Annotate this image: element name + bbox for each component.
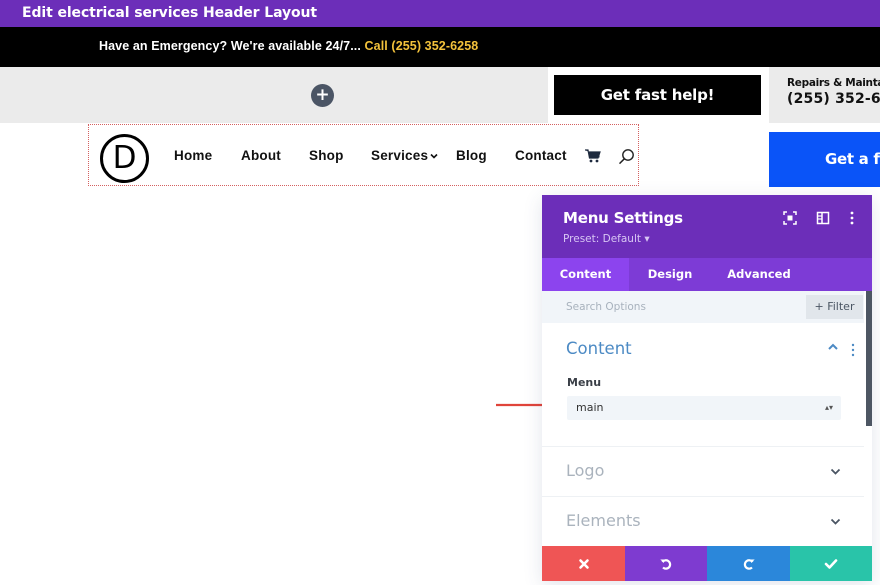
tab-design[interactable]: Design bbox=[629, 258, 711, 291]
settings-tabs: Content Design Advanced bbox=[542, 258, 872, 291]
section-divider bbox=[542, 446, 864, 447]
emergency-text-wrap: Have an Emergency? We're available 24/7.… bbox=[99, 27, 478, 65]
section-elements-title[interactable]: Elements bbox=[566, 511, 641, 530]
repairs-contact-box: Repairs & Maintain (255) 352-625 bbox=[769, 67, 880, 123]
section-divider bbox=[542, 496, 864, 497]
bottom-action-bar bbox=[542, 546, 872, 581]
nav-item-shop[interactable]: Shop bbox=[309, 125, 344, 187]
tab-advanced[interactable]: Advanced bbox=[711, 258, 807, 291]
section-content-title[interactable]: Content bbox=[566, 339, 632, 358]
section-more-icon[interactable] bbox=[850, 343, 856, 357]
search-options-input[interactable] bbox=[542, 291, 804, 323]
cart-icon[interactable] bbox=[585, 149, 601, 163]
check-icon bbox=[824, 558, 838, 569]
nav-item-home[interactable]: Home bbox=[174, 125, 212, 187]
add-module-button[interactable]: + bbox=[311, 84, 334, 107]
builder-title: Edit electrical services Header Layout bbox=[22, 5, 318, 21]
chevron-down-icon[interactable] bbox=[830, 468, 841, 476]
free-quote-label: Get a fre bbox=[825, 150, 880, 168]
menu-field-label: Menu bbox=[567, 376, 602, 389]
emergency-call-link[interactable]: Call (255) 352-6258 bbox=[365, 39, 479, 53]
emergency-text: Have an Emergency? We're available 24/7.… bbox=[99, 39, 361, 53]
nav-item-about[interactable]: About bbox=[241, 125, 281, 187]
undo-button[interactable] bbox=[625, 546, 707, 581]
get-fast-help-button[interactable]: Get fast help! bbox=[554, 75, 761, 115]
menu-select-value: main bbox=[576, 401, 604, 414]
section-logo-title[interactable]: Logo bbox=[566, 461, 604, 480]
filter-button[interactable]: + Filter bbox=[806, 295, 863, 319]
chevron-down-icon bbox=[430, 153, 438, 159]
menu-module[interactable]: D Home About Shop Services Blog Contact bbox=[88, 124, 639, 186]
undo-icon bbox=[660, 558, 672, 570]
settings-panel: Menu Settings Preset: Default ▾ Content … bbox=[542, 195, 872, 581]
repairs-phone[interactable]: (255) 352-625 bbox=[787, 91, 880, 107]
more-icon[interactable] bbox=[845, 211, 859, 225]
nav-item-blog[interactable]: Blog bbox=[456, 125, 487, 187]
split-view-icon[interactable] bbox=[816, 211, 830, 225]
header-row-background bbox=[0, 67, 548, 123]
nav-item-services-label: Services bbox=[371, 148, 429, 163]
preset-dropdown[interactable]: Preset: Default ▾ bbox=[563, 233, 650, 245]
close-icon bbox=[578, 558, 589, 569]
chevron-up-icon[interactable] bbox=[827, 341, 839, 353]
settings-panel-header[interactable]: Menu Settings Preset: Default ▾ bbox=[542, 195, 872, 258]
focus-icon[interactable] bbox=[783, 211, 797, 225]
redo-button[interactable] bbox=[707, 546, 790, 581]
repairs-label: Repairs & Maintain bbox=[787, 77, 880, 89]
panel-title: Menu Settings bbox=[563, 209, 683, 227]
tab-content[interactable]: Content bbox=[542, 258, 629, 291]
search-icon[interactable] bbox=[618, 148, 635, 165]
chevron-down-icon[interactable] bbox=[830, 518, 841, 526]
menu-select[interactable]: main ▴▾ bbox=[567, 396, 841, 420]
scrollbar[interactable] bbox=[866, 291, 872, 426]
redo-icon bbox=[743, 558, 755, 570]
free-quote-button[interactable]: Get a fre bbox=[769, 132, 880, 187]
discard-button[interactable] bbox=[542, 546, 625, 581]
builder-title-bar: Edit electrical services Header Layout bbox=[0, 0, 880, 27]
nav-item-services[interactable]: Services bbox=[371, 125, 438, 187]
nav-item-contact[interactable]: Contact bbox=[515, 125, 567, 187]
search-options-row: + Filter bbox=[542, 291, 864, 323]
save-button[interactable] bbox=[790, 546, 872, 581]
emergency-bar: Have an Emergency? We're available 24/7.… bbox=[0, 27, 880, 67]
logo[interactable]: D bbox=[100, 134, 149, 183]
select-arrows-icon: ▴▾ bbox=[824, 403, 833, 412]
